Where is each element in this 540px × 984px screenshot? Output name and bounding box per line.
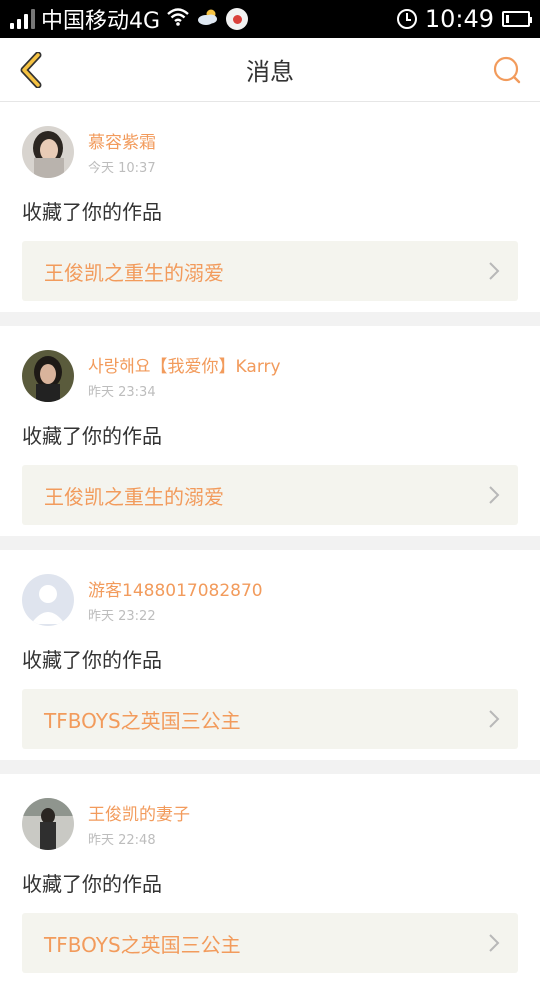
user-meta: 王俊凯的妻子 昨天 22:48	[88, 800, 190, 848]
user-meta: 慕容紫霜 今天 10:37	[88, 128, 156, 176]
user-row[interactable]: 游客1488017082870 昨天 23:22	[22, 574, 518, 626]
username[interactable]: 游客1488017082870	[88, 576, 263, 601]
status-right: 10:49	[396, 5, 532, 33]
user-row[interactable]: 王俊凯的妻子 昨天 22:48	[22, 798, 518, 850]
message-item: 사랑해요【我爱你】Karry 昨天 23:34 收藏了你的作品 王俊凯之重生的溺…	[0, 326, 540, 536]
chevron-left-icon	[20, 51, 42, 88]
action-text: 收藏了你的作品	[22, 872, 162, 896]
chevron-right-icon	[488, 485, 500, 505]
back-button[interactable]	[18, 50, 54, 90]
avatar[interactable]	[22, 126, 74, 178]
username[interactable]: 王俊凯的妻子	[88, 800, 190, 825]
message-item: 王俊凯的妻子 昨天 22:48 收藏了你的作品 TFBOYS之英国三公主	[0, 774, 540, 984]
timestamp: 今天 10:37	[88, 161, 156, 176]
work-link[interactable]: 王俊凯之重生的溺爱	[22, 465, 518, 525]
action-text: 收藏了你的作品	[22, 424, 162, 448]
message-item: 游客1488017082870 昨天 23:22 收藏了你的作品 TFBOYS之…	[0, 550, 540, 760]
work-title: TFBOYS之英国三公主	[44, 708, 241, 733]
status-bar: 中国移动4G 10:49	[0, 0, 540, 38]
timestamp: 昨天 22:48	[88, 833, 156, 848]
search-button[interactable]	[486, 50, 522, 90]
user-meta: 사랑해요【我爱你】Karry 昨天 23:34	[88, 352, 281, 400]
work-title: TFBOYS之英国三公主	[44, 932, 241, 957]
action-text: 收藏了你的作品	[22, 648, 162, 672]
user-row[interactable]: 慕容紫霜 今天 10:37	[22, 126, 518, 178]
battery-icon	[502, 11, 532, 27]
chevron-right-icon	[488, 933, 500, 953]
message-item: 慕容紫霜 今天 10:37 收藏了你的作品 王俊凯之重生的溺爱	[0, 102, 540, 312]
timestamp: 昨天 23:22	[88, 609, 156, 624]
username[interactable]: 사랑해요【我爱你】Karry	[88, 352, 281, 377]
status-left: 中国移动4G	[10, 3, 249, 35]
work-link[interactable]: 王俊凯之重生的溺爱	[22, 241, 518, 301]
chevron-right-icon	[488, 261, 500, 281]
work-link[interactable]: TFBOYS之英国三公主	[22, 689, 518, 749]
wifi-icon	[166, 7, 190, 32]
user-meta: 游客1488017082870 昨天 23:22	[88, 576, 263, 624]
carrier-label: 中国移动4G	[41, 9, 161, 34]
avatar[interactable]	[22, 798, 74, 850]
alarm-icon	[396, 9, 417, 29]
work-link[interactable]: TFBOYS之英国三公主	[22, 913, 518, 973]
message-list: 慕容紫霜 今天 10:37 收藏了你的作品 王俊凯之重生的溺爱 사랑해요【我爱你…	[0, 102, 540, 984]
clock: 10:49	[424, 5, 494, 33]
timestamp: 昨天 23:34	[88, 385, 156, 400]
work-title: 王俊凯之重生的溺爱	[44, 260, 224, 285]
search-icon	[493, 56, 521, 83]
weather-icon	[196, 8, 220, 31]
page-header: 消息	[0, 38, 540, 102]
username[interactable]: 慕容紫霜	[88, 128, 156, 153]
app-notification-icon	[226, 8, 249, 30]
page-title: 消息	[246, 58, 294, 86]
work-title: 王俊凯之重生的溺爱	[44, 484, 224, 509]
signal-icon	[10, 9, 35, 29]
avatar[interactable]	[22, 350, 74, 402]
user-row[interactable]: 사랑해요【我爱你】Karry 昨天 23:34	[22, 350, 518, 402]
avatar[interactable]	[22, 574, 74, 626]
action-text: 收藏了你的作品	[22, 200, 162, 224]
default-user-icon	[22, 574, 74, 626]
chevron-right-icon	[488, 709, 500, 729]
